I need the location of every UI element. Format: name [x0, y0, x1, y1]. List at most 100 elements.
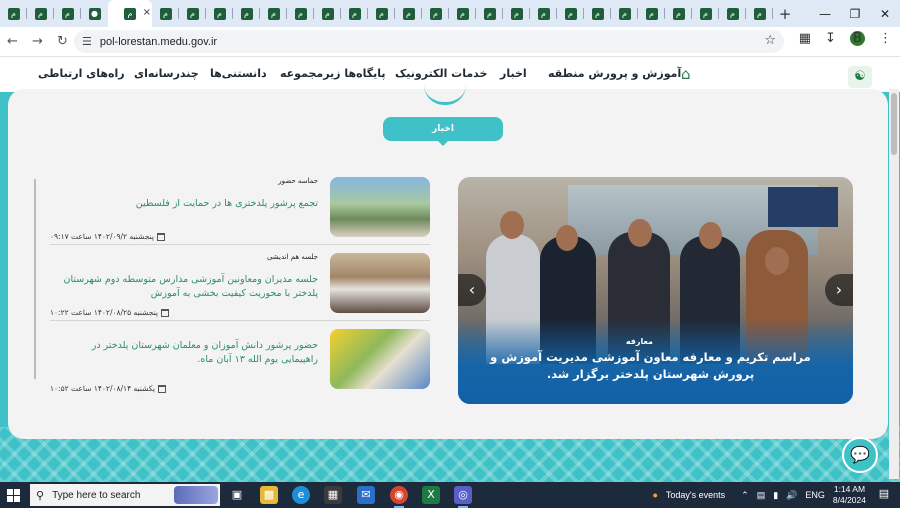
nav-menu-item[interactable]: راه‌های ارتباطی: [38, 67, 125, 80]
browser-tab[interactable]: م: [557, 0, 584, 27]
browser-tab[interactable]: م: [179, 0, 206, 27]
minimize-button[interactable]: —: [810, 0, 840, 27]
nav-menu-item[interactable]: دانستنی‌ها: [210, 67, 267, 80]
slide-person-head: [556, 225, 578, 251]
browser-tab[interactable]: م: [27, 0, 54, 27]
browser-tab[interactable]: م: [233, 0, 260, 27]
browser-tab[interactable]: م: [152, 0, 179, 27]
tab-favicon-icon: ●: [88, 7, 101, 20]
main-menu: آموزش و پرورش منطقه اخبار خدمات الکترونیک پ…: [0, 67, 900, 87]
browser-tab[interactable]: م: [260, 0, 287, 27]
home-icon[interactable]: ⌂: [681, 65, 691, 83]
menu-icon[interactable]: ⋮: [879, 31, 892, 46]
notification-icon[interactable]: ▤: [876, 487, 892, 503]
tab-favicon-icon: م: [240, 7, 253, 20]
volume-icon[interactable]: 🔊: [786, 490, 797, 501]
nav-menu-item[interactable]: آموزش و پرورش منطقه: [548, 67, 681, 80]
taskbar-search[interactable]: ⚲ Type here to search: [30, 484, 220, 506]
nav-menu-item[interactable]: چندرسانه‌ای: [134, 67, 199, 80]
browser-tab[interactable]: م: [692, 0, 719, 27]
download-icon[interactable]: ↧: [825, 31, 836, 46]
forward-icon[interactable]: →: [25, 34, 50, 49]
browser-tab[interactable]: م: [746, 0, 773, 27]
excel-icon[interactable]: X: [422, 486, 440, 504]
browser-tab[interactable]: م: [422, 0, 449, 27]
news-item[interactable]: حماسه حضور تجمع پرشور پلدختری ها در حمای…: [50, 177, 430, 245]
browser-tab[interactable]: م: [314, 0, 341, 27]
logo-emblem: ☯: [848, 66, 872, 88]
browser-tab[interactable]: م: [287, 0, 314, 27]
language-indicator[interactable]: ENG: [805, 490, 825, 500]
news-title[interactable]: حضور پرشور دانش آموزان و معلمان شهرستان …: [58, 339, 318, 367]
nav-menu-item[interactable]: خدمات الکترونیک: [395, 67, 487, 80]
browser-tab[interactable]: م: [449, 0, 476, 27]
divider: [50, 320, 430, 321]
nav-menu-item[interactable]: پایگاه‌ها زیرمجموعه: [280, 67, 386, 80]
address-bar[interactable]: ☰ pol-lorestan.medu.gov.ir ☆: [74, 30, 784, 53]
browser-tab[interactable]: م: [341, 0, 368, 27]
browser-tab[interactable]: م: [638, 0, 665, 27]
browser-tab[interactable]: م: [395, 0, 422, 27]
tab-favicon-icon: م: [618, 7, 631, 20]
news-thumbnail[interactable]: [330, 329, 430, 389]
slide-banner: [768, 187, 838, 227]
url-text[interactable]: pol-lorestan.medu.gov.ir: [100, 36, 217, 48]
mail-icon[interactable]: ✉: [357, 486, 375, 504]
browser-tab[interactable]: م: [665, 0, 692, 27]
news-item[interactable]: جلسه هم اندیشی جلسه مدیران ومعاونین آموز…: [50, 253, 430, 321]
slider-prev-button[interactable]: ‹: [458, 274, 486, 306]
reload-icon[interactable]: ↻: [50, 34, 75, 49]
slide-title[interactable]: مراسم تکریم و معارفه معاون آموزشی مدیریت…: [488, 349, 813, 383]
restore-button[interactable]: ❐: [840, 0, 870, 27]
news-thumbnail[interactable]: [330, 177, 430, 237]
news-list-scrollbar[interactable]: [34, 179, 36, 379]
profile-avatar[interactable]: B: [850, 31, 865, 46]
browser-tab[interactable]: ●: [81, 0, 108, 27]
browser-tab[interactable]: م: [503, 0, 530, 27]
browser-tab[interactable]: م: [368, 0, 395, 27]
chat-support-button[interactable]: 💬: [842, 437, 878, 473]
bookmark-star-icon[interactable]: ☆: [764, 33, 776, 48]
clock[interactable]: 1:14 AM 8/4/2024: [833, 484, 866, 506]
browser-tab[interactable]: م: [206, 0, 233, 27]
nav-menu-item[interactable]: اخبار: [500, 67, 527, 80]
page-scrollbar-thumb[interactable]: [891, 93, 897, 155]
tray-overflow-icon[interactable]: ⌃: [741, 490, 749, 501]
browser-tab[interactable]: م: [611, 0, 638, 27]
close-window-button[interactable]: ✕: [870, 0, 900, 27]
edge-icon[interactable]: e: [292, 486, 310, 504]
weather-icon[interactable]: ●: [652, 490, 657, 500]
news-thumbnail[interactable]: [330, 253, 430, 313]
slider-next-button[interactable]: ›: [825, 274, 853, 306]
extensions-icon[interactable]: ▦: [799, 31, 811, 46]
news-slider[interactable]: معارفه مراسم تکریم و معارفه معاون آموزشی…: [458, 177, 853, 404]
file-explorer-icon[interactable]: ▩: [260, 486, 278, 504]
task-view-icon[interactable]: ▣: [228, 486, 246, 504]
battery-icon[interactable]: ▮: [773, 490, 778, 501]
tab-favicon-icon: م: [267, 7, 280, 20]
store-icon[interactable]: ▦: [324, 486, 342, 504]
browser-tab[interactable]: م: [719, 0, 746, 27]
network-icon[interactable]: ▤: [757, 490, 766, 501]
news-title[interactable]: جلسه مدیران ومعاونین آموزشی مدارس متوسطه…: [58, 273, 318, 301]
calendar-icon: [157, 384, 166, 393]
browser-tab[interactable]: م: [0, 0, 27, 27]
news-item[interactable]: حضور پرشور دانش آموزان و معلمان شهرستان …: [50, 329, 430, 397]
new-tab-button[interactable]: +: [773, 5, 797, 23]
browser-tab[interactable]: م: [476, 0, 503, 27]
browser-tab[interactable]: م: [584, 0, 611, 27]
tab-favicon-icon: م: [591, 7, 604, 20]
browser-tab[interactable]: م: [54, 0, 81, 27]
news-title[interactable]: تجمع پرشور پلدختری ها در حمایت از فلسطین: [58, 197, 318, 211]
chrome-icon[interactable]: ◉: [390, 486, 408, 508]
browser-tab-active[interactable]: م ×: [108, 0, 152, 27]
events-label[interactable]: Today's events: [666, 490, 725, 500]
screen-recorder-icon[interactable]: ◎: [454, 486, 472, 508]
browser-tab[interactable]: م: [530, 0, 557, 27]
back-icon[interactable]: ←: [0, 34, 25, 49]
close-tab-icon[interactable]: ×: [143, 7, 151, 18]
calendar-icon: [160, 308, 169, 317]
clock-time: 1:14 AM: [833, 484, 866, 494]
site-info-icon[interactable]: ☰: [82, 35, 92, 48]
windows-start-button[interactable]: [0, 482, 26, 508]
